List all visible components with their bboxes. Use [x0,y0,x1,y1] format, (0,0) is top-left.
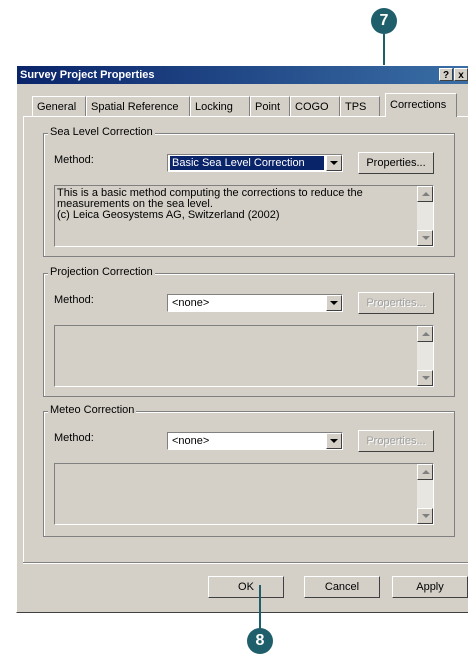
combo-value: Basic Sea Level Correction [170,156,324,170]
arrow-down-icon [422,236,430,240]
arrow-down-icon [422,376,430,380]
ok-button[interactable]: OK [208,576,284,598]
close-button[interactable]: x [454,68,468,81]
chevron-down-icon [330,301,338,305]
dropdown-arrow-button[interactable] [326,433,342,449]
tab-tps[interactable]: TPS [340,96,380,116]
meteo-correction-group: Meteo Correction Method: <none> Properti… [43,404,455,537]
chevron-down-icon [330,161,338,165]
meteo-properties-button[interactable]: Properties... [358,430,434,452]
scroll-up-button[interactable] [417,464,433,480]
arrow-up-icon [422,192,430,196]
scroll-up-button[interactable] [417,186,433,202]
projection-method-select[interactable]: <none> [167,294,343,312]
tab-spatial-reference[interactable]: Spatial Reference [86,96,190,116]
apply-button[interactable]: Apply [392,576,468,598]
method-label: Method: [54,294,94,306]
scroll-down-button[interactable] [417,508,433,524]
title-bar: Survey Project Properties ? x [17,66,468,84]
footer-separator [23,562,468,564]
projection-properties-button[interactable]: Properties... [358,292,434,314]
group-title: Sea Level Correction [48,126,155,138]
dropdown-arrow-button[interactable] [326,155,342,171]
arrow-up-icon [422,470,430,474]
tab-locking[interactable]: Locking [190,96,250,116]
sea-level-method-select[interactable]: Basic Sea Level Correction [167,154,343,172]
callout-7: 7 [371,8,397,34]
description-text: This is a basic method computing the cor… [57,188,407,221]
combo-value: <none> [172,435,210,447]
description-box [54,325,434,387]
tab-point[interactable]: Point [250,96,290,116]
vertical-scrollbar[interactable] [417,186,433,246]
description-line: (c) Leica Geosystems AG, Switzerland (20… [57,209,280,221]
scroll-up-button[interactable] [417,326,433,342]
tab-cogo[interactable]: COGO [290,96,340,116]
combo-value: <none> [172,297,210,309]
vertical-scrollbar[interactable] [417,464,433,524]
arrow-down-icon [422,514,430,518]
callout-8: 8 [247,628,273,654]
group-title: Meteo Correction [48,404,137,416]
chevron-down-icon [330,439,338,443]
method-label: Method: [54,154,94,166]
help-button[interactable]: ? [439,68,453,81]
method-label: Method: [54,432,94,444]
scroll-down-button[interactable] [417,370,433,386]
scroll-down-button[interactable] [417,230,433,246]
arrow-up-icon [422,332,430,336]
tab-corrections[interactable]: Corrections [385,93,457,117]
callout-8-leader [259,585,261,629]
vertical-scrollbar[interactable] [417,326,433,386]
dropdown-arrow-button[interactable] [326,295,342,311]
window-title: Survey Project Properties [20,69,155,81]
tab-general[interactable]: General [32,96,86,116]
sea-level-correction-group: Sea Level Correction Method: Basic Sea L… [43,126,455,257]
description-box: This is a basic method computing the cor… [54,185,434,247]
sea-level-properties-button[interactable]: Properties... [358,152,434,174]
cancel-button[interactable]: Cancel [304,576,380,598]
survey-project-properties-dialog: Survey Project Properties ? x General Sp… [16,65,468,613]
projection-correction-group: Projection Correction Method: <none> Pro… [43,266,455,397]
meteo-method-select[interactable]: <none> [167,432,343,450]
group-title: Projection Correction [48,266,155,278]
description-box [54,463,434,525]
